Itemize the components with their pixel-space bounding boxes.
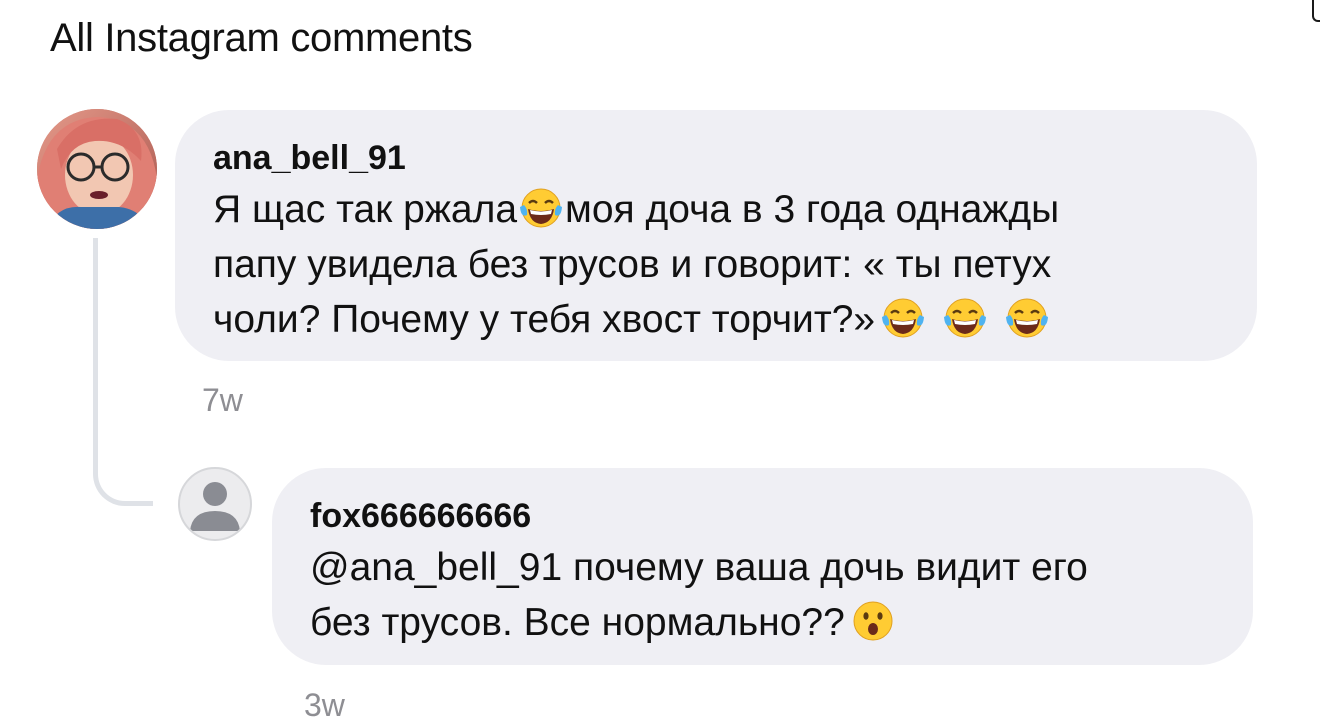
reply-thread-line (93, 238, 153, 506)
comment-text: @ana_bell_91 почему ваша дочь видит его … (310, 540, 1215, 650)
comment-line: Я щас так ржала моя доча в 3 года однажды (213, 182, 1219, 237)
comment-line: без трусов. Все нормально?? (310, 595, 1215, 650)
comment-text: Я щас так ржала моя доча в 3 года однажды… (213, 182, 1219, 347)
comments-page: All Instagram comments ana_bell_91 Я щас (0, 0, 1320, 720)
default-avatar-icon (190, 482, 240, 531)
avatar[interactable] (178, 467, 252, 541)
comment-bubble[interactable]: ana_bell_91 Я щас так ржала моя доча в 3 … (175, 110, 1257, 361)
face-with-open-mouth-icon (849, 596, 897, 644)
comment-line-text: папу увидела без трусов и говорит: « ты … (213, 243, 1052, 286)
face-with-tears-of-joy-icon (879, 293, 927, 341)
comment-line-text: чоли? Почему у тебя хвост торчит?» (213, 298, 876, 341)
comment-line: папу увидела без трусов и говорит: « ты … (213, 237, 1219, 292)
window-corner (1312, 0, 1320, 22)
face-with-tears-of-joy-icon (941, 293, 989, 341)
comment-line: @ana_bell_91 почему ваша дочь видит его (310, 540, 1215, 595)
comment-timestamp: 7w (202, 382, 243, 418)
comment-line-text: @ana_bell_91 почему ваша дочь видит его (310, 546, 1088, 589)
comment-timestamp: 3w (304, 687, 345, 720)
comment-line-text: моя доча в 3 года однажды (565, 188, 1060, 231)
page-title: All Instagram comments (50, 16, 473, 60)
comment-line-text: без трусов. Все нормально?? (310, 601, 845, 644)
reply-bubble[interactable]: fox666666666 @ana_bell_91 почему ваша до… (272, 468, 1253, 665)
face-with-tears-of-joy-icon (517, 183, 565, 231)
comment-line: чоли? Почему у тебя хвост торчит?» (213, 292, 1219, 347)
comment-username[interactable]: fox666666666 (310, 496, 1215, 536)
comment-username[interactable]: ana_bell_91 (213, 138, 1219, 178)
face-with-tears-of-joy-icon (1003, 293, 1051, 341)
comment-line-text: Я щас так ржала (213, 188, 518, 231)
avatar[interactable] (37, 109, 157, 229)
